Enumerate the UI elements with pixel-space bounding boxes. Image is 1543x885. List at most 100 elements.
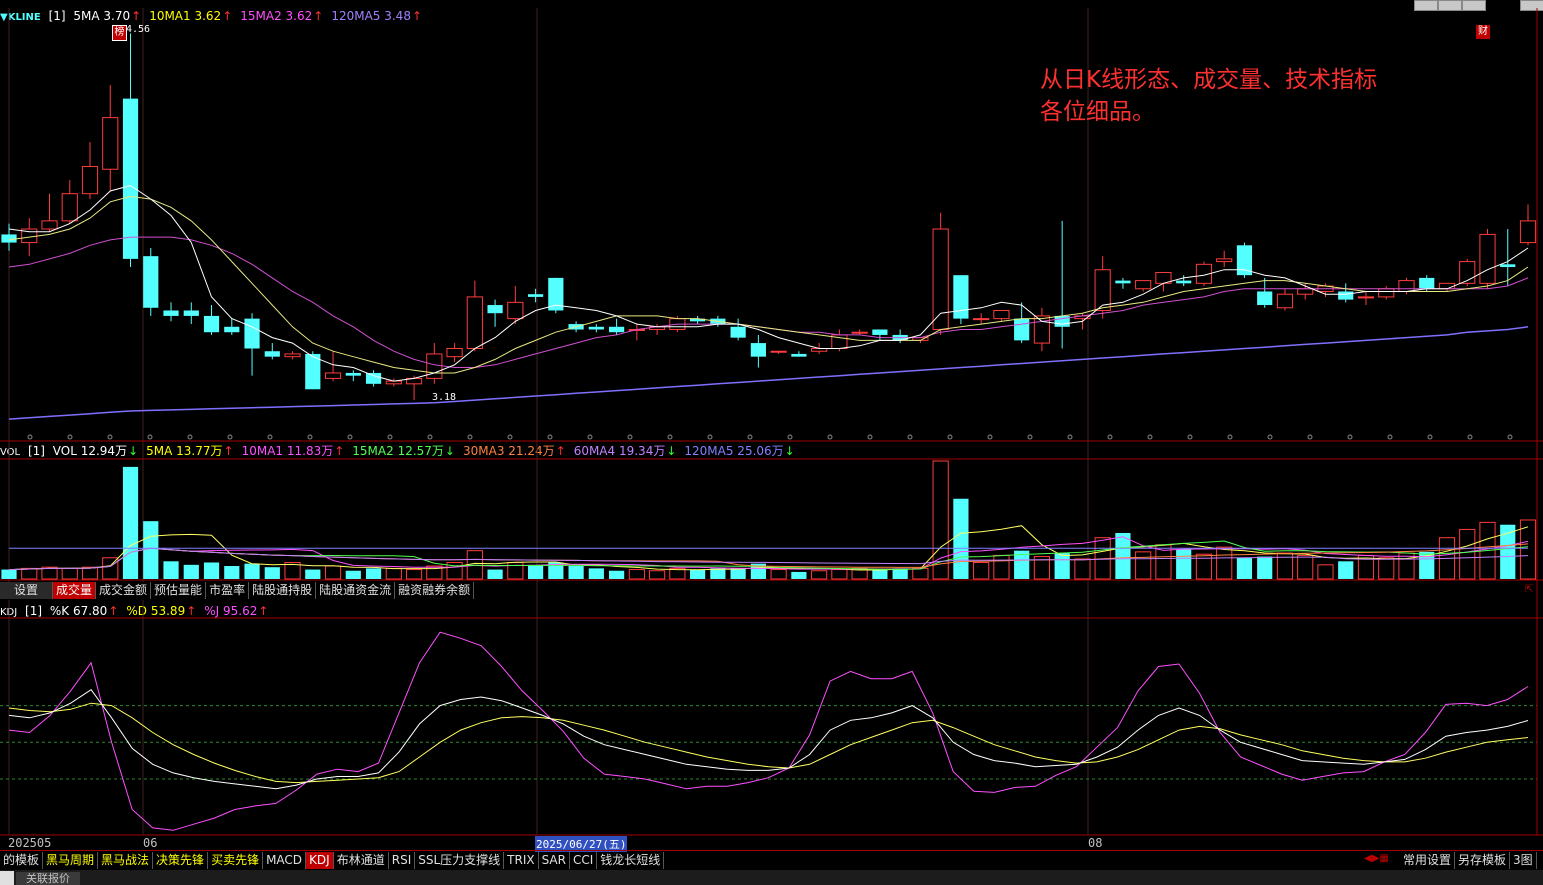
candle-body-down xyxy=(143,256,159,308)
volume-bar-down xyxy=(345,570,361,579)
tab-nav-arrows-icon[interactable]: ◀▶▦ xyxy=(1364,853,1389,864)
candle-body-down xyxy=(791,353,807,357)
mid-tab-5[interactable]: 陆股通持股 xyxy=(249,582,317,599)
candle-body-up xyxy=(1297,288,1314,295)
right-tab-0[interactable]: 常用设置 xyxy=(1400,852,1456,869)
tabbar-scroll-arrow-icon[interactable]: ⇱ xyxy=(1525,584,1533,595)
volume-bar-up xyxy=(649,570,666,580)
bottom-tab-11[interactable]: SAR xyxy=(539,852,570,869)
volume-bar-down xyxy=(1338,561,1354,579)
volume-bar-down xyxy=(143,521,159,579)
date-label-start: 202505 xyxy=(8,836,52,850)
mid-tab-3[interactable]: 预估量能 xyxy=(151,582,207,599)
volume-bar-down xyxy=(203,562,220,579)
bottom-dot-marker xyxy=(827,434,833,440)
candle-body-down xyxy=(750,343,766,357)
bottom-tab-2[interactable]: 黑马战法 xyxy=(98,852,154,869)
mid-tab-0[interactable]: 设置 xyxy=(0,582,54,599)
bottom-tab-0[interactable]: 的模板 xyxy=(0,852,44,869)
mid-tab-4[interactable]: 市盈率 xyxy=(206,582,250,599)
bottom-dot-marker xyxy=(627,434,633,440)
candle-body-up xyxy=(1378,288,1395,298)
candle-body-up xyxy=(1033,315,1051,344)
kline-panel xyxy=(1,8,1537,835)
footer-corner-icon[interactable] xyxy=(0,871,14,885)
candle-body-down xyxy=(1176,280,1192,284)
related-quotes-tab[interactable]: 关联报价 xyxy=(16,872,80,885)
bottom-tab-8[interactable]: RSI xyxy=(389,852,416,869)
volume-bar-up xyxy=(1135,551,1152,580)
high-price-label: 4.56 xyxy=(126,24,151,35)
bottom-tab-5[interactable]: MACD xyxy=(263,852,307,869)
volume-bar-down xyxy=(690,569,706,579)
candle-body-up xyxy=(1519,220,1537,244)
template-tab-bar: 常用设置 另存模板 3图 xyxy=(1400,852,1537,870)
bottom-dot-marker xyxy=(667,434,673,440)
candle-body-up xyxy=(1216,258,1233,263)
candle-body-up xyxy=(851,331,868,334)
volume-panel xyxy=(1,460,1537,580)
bottom-dot-marker xyxy=(1067,434,1073,440)
candle-body-down xyxy=(224,326,240,333)
right-tab-2[interactable]: 3图 xyxy=(1510,852,1537,869)
kdj-j-line xyxy=(8,631,1529,831)
chart-annotation: 从日K线形态、成交量、技术指标 各位细品。 xyxy=(1040,64,1377,128)
volume-bar-down xyxy=(244,563,260,579)
bottom-dot-marker xyxy=(467,434,473,440)
bottom-dot-marker xyxy=(947,434,953,440)
volume-bar-down xyxy=(305,569,321,579)
bottom-tab-1[interactable]: 黑马周期 xyxy=(43,852,99,869)
candle-body-up xyxy=(973,318,990,321)
bottom-tab-3[interactable]: 决策先锋 xyxy=(153,852,209,869)
volume-bar-up xyxy=(1074,558,1091,580)
volume-bar-down xyxy=(224,566,240,579)
bottom-dot-marker xyxy=(147,434,153,440)
bottom-tab-10[interactable]: TRIX xyxy=(504,852,539,869)
candle-body-up xyxy=(81,166,99,195)
volume-bar-up xyxy=(973,561,990,580)
ma10-line xyxy=(8,195,1529,374)
volume-bar-down xyxy=(1,569,17,579)
annotation-line-2: 各位细品。 xyxy=(1040,99,1155,125)
volume-bar-down xyxy=(609,570,625,579)
mid-tab-2[interactable]: 成交金额 xyxy=(96,582,152,599)
date-label-august: 08 xyxy=(1088,836,1103,850)
stock-chart[interactable] xyxy=(0,0,1543,885)
mid-tab-7[interactable]: 融资融券余额 xyxy=(395,582,475,599)
bottom-tab-13[interactable]: 钱龙长短线 xyxy=(597,852,665,869)
annotation-line-1: 从日K线形态、成交量、技术指标 xyxy=(1040,67,1378,93)
finance-badge[interactable]: 财 xyxy=(1476,25,1490,39)
ranking-badge[interactable]: 榜 xyxy=(112,25,127,41)
candle-body-down xyxy=(1014,318,1030,341)
volume-bar-up xyxy=(831,569,848,580)
bottom-tab-7[interactable]: 布林通道 xyxy=(334,852,389,869)
candle-body-up xyxy=(446,348,463,358)
bottom-tab-4[interactable]: 买卖先锋 xyxy=(208,852,264,869)
bottom-dot-marker xyxy=(267,434,273,440)
candle-body-down xyxy=(872,329,888,335)
bottom-dot-marker xyxy=(747,434,753,440)
right-tab-1[interactable]: 另存模板 xyxy=(1455,852,1511,869)
bottom-tab-6[interactable]: KDJ xyxy=(306,852,334,869)
bottom-dot-marker xyxy=(1227,434,1233,440)
volume-bar-down xyxy=(163,561,179,579)
volume-bar-down xyxy=(487,569,503,579)
bottom-dot-marker xyxy=(427,434,433,440)
volume-bar-down xyxy=(1176,549,1192,579)
bottom-dot-marker xyxy=(67,434,73,440)
candle-body-down xyxy=(345,372,361,376)
bottom-tab-12[interactable]: CCI xyxy=(570,852,598,869)
volume-tab-bar: 设置 成交量 成交金额 预估量能 市盈率 陆股通持股 陆股通资金流 融资融券余额 xyxy=(0,582,475,600)
mid-tab-6[interactable]: 陆股通资金流 xyxy=(316,582,396,599)
bottom-dot-marker xyxy=(907,434,913,440)
bottom-tab-9[interactable]: SSL压力支撑线 xyxy=(415,852,505,869)
mid-tab-1[interactable]: 成交量 xyxy=(53,582,97,599)
candle-body-up xyxy=(1135,280,1152,290)
candle-body-up xyxy=(324,372,342,379)
candle-body-down xyxy=(953,275,969,319)
candle-body-down xyxy=(1257,291,1273,306)
candle-body-down xyxy=(487,305,503,314)
candle-body-up xyxy=(507,301,524,320)
volume-bar-up xyxy=(1378,557,1395,580)
volume-bar-up xyxy=(1297,554,1314,580)
